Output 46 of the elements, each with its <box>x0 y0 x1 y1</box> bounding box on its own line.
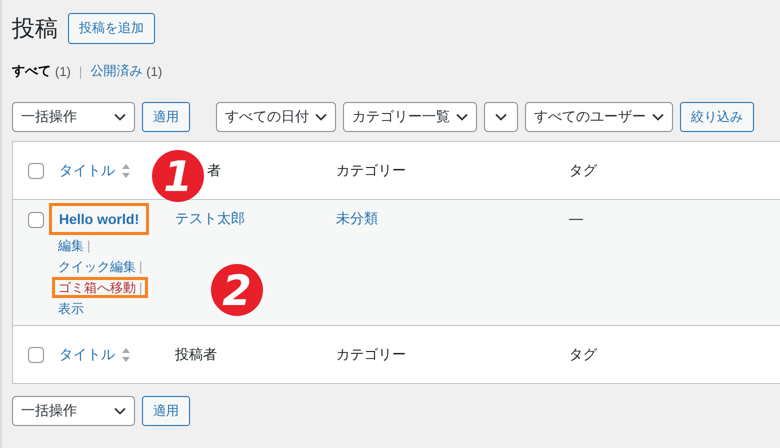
separator: | <box>78 64 82 78</box>
chevron-icon <box>114 407 126 415</box>
chevron-icon <box>114 113 126 121</box>
page-title: 投稿 <box>12 14 58 42</box>
filter-button[interactable]: 絞り込み <box>680 102 754 132</box>
filter-select[interactable]: カテゴリー一覧 <box>343 102 477 132</box>
apply-button[interactable]: 適用 <box>142 396 190 426</box>
bulk-action-select[interactable]: 一括操作 <box>12 396 135 426</box>
add-post-button[interactable]: 投稿を追加 <box>68 12 155 44</box>
column-header: 投稿者 <box>175 346 217 364</box>
column-header: カテゴリー <box>336 346 406 364</box>
chevron-icon <box>652 113 664 121</box>
filter-count: (1) <box>146 64 162 78</box>
select-all-checkbox[interactable] <box>28 346 44 362</box>
category-link[interactable]: 未分類 <box>336 210 378 226</box>
select-all-checkbox[interactable] <box>28 162 44 178</box>
column-header: タグ <box>569 162 597 180</box>
row-action-link[interactable]: 表示 <box>58 301 84 316</box>
status-filter-link[interactable]: 公開済み <box>90 62 142 80</box>
row-action-link[interactable]: クイック編集 <box>58 259 136 274</box>
sort-icon <box>121 346 131 362</box>
separator: | <box>139 280 142 295</box>
row-action-link[interactable]: 編集 <box>58 238 84 253</box>
filter-count: (1) <box>55 64 71 78</box>
row-action-link[interactable]: ゴミ箱へ移動 <box>58 280 136 295</box>
author-link[interactable]: テスト太郎 <box>175 210 245 226</box>
tags-cell: — <box>569 210 583 226</box>
filter-select[interactable]: すべての日付 <box>216 102 336 132</box>
filter-select[interactable]: すべてのユーザー <box>525 102 673 132</box>
status-filter-link[interactable]: すべて <box>12 62 51 80</box>
column-sort-link[interactable]: タイトル <box>59 346 115 364</box>
column-header: 者 <box>207 162 221 180</box>
chevron-icon <box>315 113 327 121</box>
filter-select[interactable] <box>484 102 518 132</box>
separator: | <box>139 259 142 274</box>
row-checkbox[interactable] <box>28 212 44 228</box>
chevron-icon <box>456 113 468 121</box>
column-header: タグ <box>569 346 597 364</box>
bulk-action-select[interactable]: 一括操作 <box>12 102 135 132</box>
chevron-icon <box>495 113 507 121</box>
apply-button[interactable]: 適用 <box>142 102 190 132</box>
column-header: カテゴリー <box>336 162 406 180</box>
separator: | <box>87 238 90 253</box>
sort-icon <box>121 162 131 178</box>
column-sort-link[interactable]: タイトル <box>59 162 115 180</box>
post-title-link[interactable]: Hello world! <box>59 210 140 228</box>
